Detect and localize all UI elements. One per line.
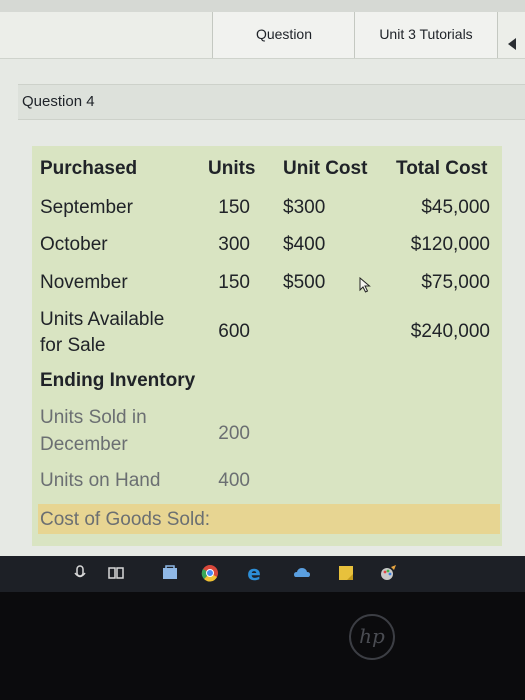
- cloud-icon[interactable]: [292, 563, 312, 583]
- cogs-label: Cost of Goods Sold:: [40, 509, 211, 530]
- row-month: November: [40, 272, 128, 293]
- units-sold-label-line2: December: [40, 434, 128, 455]
- row-total-cost: $45,000: [421, 197, 490, 218]
- row-total-cost: $75,000: [421, 272, 490, 293]
- row-month: October: [40, 234, 108, 255]
- header-purchased: Purchased: [40, 158, 138, 179]
- units-on-hand-units: 400: [218, 470, 250, 491]
- row-units: 300: [218, 234, 250, 255]
- units-sold-label: Units Sold in: [40, 407, 147, 428]
- header-units: Units: [208, 158, 256, 179]
- row-total-cost: $120,000: [410, 234, 490, 255]
- sticky-notes-icon[interactable]: [336, 563, 356, 583]
- taskbar: e: [0, 556, 525, 592]
- units-on-hand-label: Units on Hand: [40, 470, 161, 491]
- row-units: 150: [218, 272, 250, 293]
- microphone-icon[interactable]: [70, 563, 90, 583]
- units-available-units: 600: [218, 321, 250, 342]
- units-available-total-cost: $240,000: [410, 321, 490, 342]
- row-units: 150: [218, 197, 250, 218]
- tab-question[interactable]: Question: [212, 12, 355, 58]
- tab-bar: Question Unit 3 Tutorials: [0, 12, 525, 59]
- edge-icon[interactable]: e: [244, 563, 264, 583]
- question-header: Question 4: [18, 84, 525, 120]
- chrome-icon[interactable]: [200, 563, 220, 583]
- row-unit-cost: $300: [283, 197, 326, 218]
- laptop-bezel: [0, 592, 525, 700]
- row-unit-cost: $500: [283, 272, 326, 293]
- units-sold-units: 200: [218, 423, 250, 444]
- tab-unit-3-tutorials[interactable]: Unit 3 Tutorials: [354, 12, 498, 58]
- ending-inventory-heading: Ending Inventory: [40, 370, 196, 391]
- header-total-cost: Total Cost: [396, 158, 488, 179]
- header-unit-cost: Unit Cost: [283, 158, 368, 179]
- row-month: September: [40, 197, 133, 218]
- task-view-icon[interactable]: [106, 563, 126, 583]
- screen: Question Unit 3 Tutorials Question 4 Pur…: [0, 0, 525, 592]
- mouse-pointer-icon: [359, 277, 371, 293]
- units-available-label: Units Available: [40, 309, 165, 330]
- hp-logo: hp: [349, 614, 395, 660]
- paint-icon[interactable]: [378, 563, 398, 583]
- store-icon[interactable]: [160, 563, 180, 583]
- row-unit-cost: $400: [283, 234, 326, 255]
- units-available-label-line2: for Sale: [40, 335, 106, 356]
- question-title: Question 4: [22, 93, 95, 110]
- svg-text:e: e: [247, 563, 261, 583]
- scroll-left-arrow-icon[interactable]: [508, 38, 516, 50]
